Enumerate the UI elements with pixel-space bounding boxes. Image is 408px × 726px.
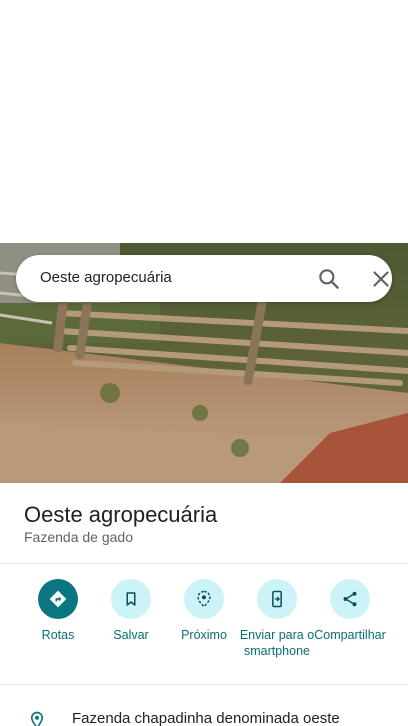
search-icon[interactable] [316, 266, 342, 292]
share-label: Compartilhar [314, 628, 386, 642]
save-button[interactable]: Salvar [93, 579, 169, 643]
place-details-sheet: Oeste agropecuária Fazenda de gado Rotas… [0, 483, 408, 726]
directions-button[interactable]: Rotas [20, 579, 96, 643]
address-row[interactable]: Fazenda chapadinha denominada oeste [0, 685, 408, 726]
nearby-label: Próximo [181, 628, 227, 642]
map-area[interactable] [0, 0, 408, 243]
close-icon[interactable] [368, 266, 394, 292]
nearby-button[interactable]: Próximo [166, 579, 242, 643]
send-to-phone-label: Enviar para o smartphone [239, 628, 315, 658]
send-to-phone-button[interactable]: Enviar para o smartphone [239, 579, 315, 659]
bookmark-icon [126, 592, 136, 606]
place-title: Oeste agropecuária [24, 502, 218, 527]
search-bar[interactable]: Oeste agropecuária [16, 255, 392, 302]
address-text: Fazenda chapadinha denominada oeste [72, 710, 340, 726]
place-category: Fazenda de gado [24, 529, 133, 545]
directions-icon [49, 590, 67, 608]
share-button[interactable]: Compartilhar [312, 579, 388, 643]
send-to-phone-icon [272, 590, 282, 608]
search-query-text[interactable]: Oeste agropecuária [40, 269, 172, 286]
directions-label: Rotas [41, 628, 75, 642]
save-label: Salvar [113, 628, 149, 642]
nearby-icon [197, 590, 211, 608]
share-icon [343, 591, 357, 607]
location-pin-icon [28, 710, 46, 726]
divider [0, 563, 408, 564]
